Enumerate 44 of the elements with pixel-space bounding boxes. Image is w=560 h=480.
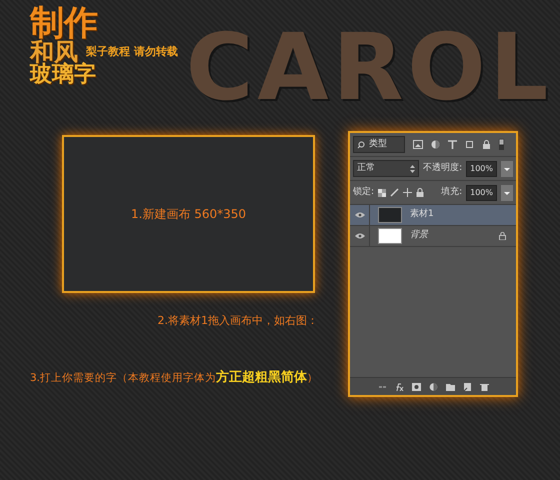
opacity-field[interactable]: 100% — [466, 160, 497, 176]
title-text: 玻璃字 — [30, 64, 97, 86]
title-text: 和风 — [30, 40, 78, 64]
circle-icon[interactable] — [428, 382, 438, 390]
lock-icon[interactable] — [416, 188, 424, 197]
lock-icon[interactable] — [482, 140, 491, 149]
eye-icon[interactable] — [354, 212, 364, 218]
lock-icon — [499, 232, 506, 240]
lock-label: 锁定: — [353, 186, 374, 199]
search-icon — [357, 140, 365, 148]
fill-field[interactable]: 100% — [466, 184, 497, 200]
checker-icon[interactable] — [378, 188, 386, 196]
move-icon[interactable] — [403, 188, 412, 197]
layer-name: 背景 — [410, 229, 430, 242]
mask-icon[interactable] — [412, 382, 420, 390]
dropdown-icon[interactable] — [501, 184, 513, 200]
layer-thumbnail — [378, 207, 402, 223]
stepper-icon — [410, 164, 416, 172]
image-icon[interactable] — [413, 140, 423, 149]
step-text: 2.将素材1拖入画布中，如右图： — [158, 313, 318, 329]
layer-name: 素材1 — [410, 208, 435, 222]
eye-icon[interactable] — [354, 233, 364, 239]
layer-row[interactable]: 背景 — [350, 226, 516, 247]
opacity-label: 不透明度: — [423, 162, 462, 175]
filter-dropdown[interactable]: 类型 — [353, 136, 405, 153]
canvas-caption: 1.新建画布 560*350 — [130, 206, 246, 223]
brush-icon[interactable] — [390, 188, 400, 197]
new-layer-icon[interactable] — [462, 382, 472, 390]
title-text: 制作 — [30, 6, 99, 40]
step-text: 3.打上你需要的字（本教程使用字体为方正超粗黑简体） — [30, 368, 318, 386]
dropdown-icon[interactable] — [501, 160, 513, 176]
crop-icon[interactable] — [465, 140, 474, 149]
circle-icon[interactable] — [431, 140, 440, 149]
fx-icon[interactable] — [394, 382, 404, 390]
blend-mode-dropdown[interactable]: 正常 — [353, 160, 420, 177]
banner-text: CAROL — [186, 22, 552, 114]
trash-icon[interactable] — [480, 382, 488, 390]
text-icon[interactable] — [448, 140, 457, 149]
layer-row[interactable]: 素材1 — [350, 205, 516, 226]
layer-thumbnail — [378, 228, 402, 244]
toggle-icon[interactable] — [499, 139, 504, 150]
fill-label: 填充: — [441, 186, 462, 199]
folder-icon[interactable] — [446, 382, 454, 390]
subtitle-text: 梨子教程 请勿转载 — [86, 44, 178, 60]
